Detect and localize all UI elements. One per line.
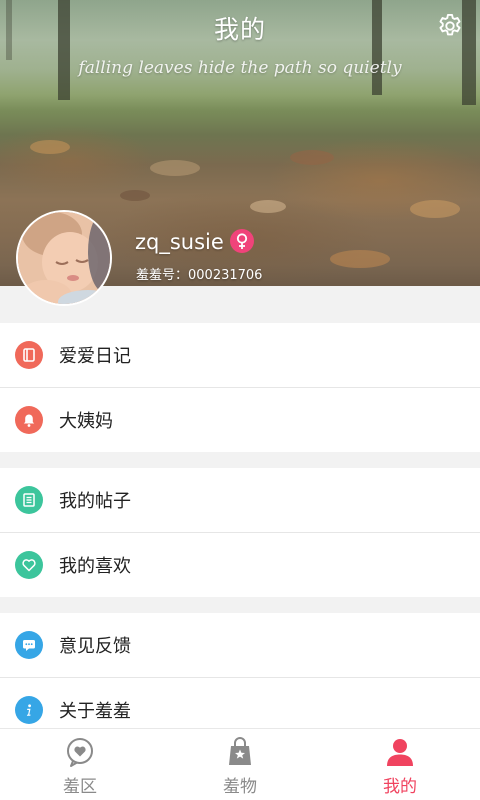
- background-leaf: [120, 190, 150, 201]
- username: zq_susie: [135, 230, 224, 254]
- menu-item-my-posts[interactable]: 我的帖子: [0, 468, 480, 532]
- menu-item-period[interactable]: 大姨妈: [0, 388, 480, 452]
- background-leaf: [410, 200, 460, 218]
- header-subtitle: falling leaves hide the path so quietly: [78, 58, 402, 78]
- background-leaf: [30, 140, 70, 154]
- settings-button[interactable]: [434, 10, 466, 42]
- tab-label: 羞区: [63, 777, 97, 797]
- background-leaf: [290, 150, 334, 165]
- user-id: 羞羞号：000231706: [136, 268, 263, 283]
- menu-item-love-diary[interactable]: 爱爱日记: [0, 323, 480, 387]
- info-icon: [15, 696, 43, 724]
- bell-icon: [15, 406, 43, 434]
- document-icon: [15, 486, 43, 514]
- tab-community[interactable]: 羞区: [0, 729, 160, 800]
- notebook-icon: [15, 341, 43, 369]
- female-gender-icon: [230, 229, 254, 253]
- avatar-image: [18, 212, 110, 304]
- tab-mine[interactable]: 我的: [320, 729, 480, 800]
- avatar[interactable]: [16, 210, 112, 306]
- tab-label: 羞物: [223, 777, 257, 797]
- tab-shop[interactable]: 羞物: [160, 729, 320, 800]
- background-leaf: [150, 160, 200, 176]
- person-icon: [387, 739, 413, 766]
- menu-item-my-likes[interactable]: 我的喜欢: [0, 533, 480, 597]
- page-title: 我的: [213, 15, 266, 44]
- menu-item-label: 我的帖子: [59, 491, 131, 512]
- menu-item-label: 我的喜欢: [59, 556, 131, 577]
- shopping-bag-icon: [229, 737, 251, 765]
- bottom-navigation: 羞区 羞物 我的: [0, 728, 480, 800]
- menu-item-label: 关于羞羞: [59, 701, 131, 722]
- background-leaf: [250, 200, 286, 213]
- tab-label: 我的: [383, 777, 417, 797]
- menu-item-label: 大姨妈: [59, 411, 113, 432]
- menu-item-feedback[interactable]: 意见反馈: [0, 613, 480, 677]
- menu-item-label: 意见反馈: [59, 636, 131, 657]
- heart-icon: [15, 551, 43, 579]
- chat-bubble-icon: [15, 631, 43, 659]
- gear-icon: [439, 13, 461, 36]
- heart-bubble-icon: [67, 738, 93, 767]
- background-leaf: [330, 250, 390, 268]
- menu-item-label: 爱爱日记: [59, 346, 131, 367]
